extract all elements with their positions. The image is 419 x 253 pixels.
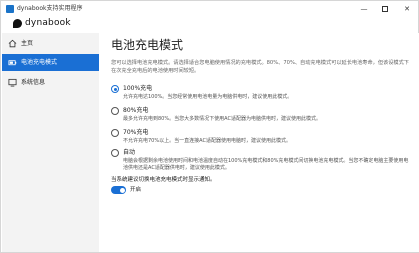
sidebar-item-label: 系统信息 bbox=[21, 79, 46, 86]
app-icon bbox=[6, 5, 14, 13]
home-icon bbox=[8, 39, 17, 48]
sidebar-item-battery[interactable]: 电池充电模式 bbox=[2, 54, 99, 71]
page-description: 您可以选择电池充电模式。请选择适合您电脑使用情况的充电模式。80%、70%、自动… bbox=[111, 60, 409, 74]
notification-toggle[interactable] bbox=[111, 186, 126, 194]
toggle-state-label: 开启 bbox=[130, 187, 142, 193]
brand-name: dynabook bbox=[25, 18, 71, 28]
notification-setting-label: 当系统建议切换电池充电模式时显示通知。 bbox=[111, 177, 216, 183]
option-title: 70%充电 bbox=[123, 129, 149, 136]
page-title: 电池充电模式 bbox=[111, 38, 184, 52]
title-bar[interactable]: dynabook支持实用程序 — ✕ bbox=[1, 1, 418, 17]
window-title: dynabook支持实用程序 bbox=[17, 5, 83, 12]
option-description: 允许充电达100%。当您经常使用电池电量为电脑供电时，建议使用此模式。 bbox=[123, 94, 293, 100]
app-window: dynabook支持实用程序 — ✕ dynabook 主页 电池充电模式 系统… bbox=[0, 0, 419, 253]
close-button[interactable]: ✕ bbox=[397, 1, 417, 17]
option-title: 自动 bbox=[123, 149, 136, 156]
brand-mark-icon bbox=[13, 19, 22, 28]
sidebar-item-label: 主页 bbox=[21, 40, 34, 47]
sidebar: 主页 电池充电模式 系统信息 bbox=[2, 33, 99, 252]
option-description: 电脑会根据剩余电池使用时间和电池温度自动在100%充电模式和80%充电模式间切换… bbox=[123, 158, 409, 171]
main-content: 电池充电模式 您可以选择电池充电模式。请选择适合您电脑使用情况的充电模式。80%… bbox=[99, 33, 419, 252]
maximize-button[interactable] bbox=[375, 1, 395, 17]
sidebar-item-system-info[interactable]: 系统信息 bbox=[2, 74, 99, 91]
maximize-icon bbox=[382, 6, 388, 12]
info-icon bbox=[8, 78, 17, 87]
option-title: 80%充电 bbox=[123, 107, 149, 114]
radio-70[interactable] bbox=[111, 129, 119, 137]
radio-auto[interactable] bbox=[111, 149, 119, 157]
option-description: 不允许充电70%以上。当一直连接AC适配器使用电脑时，建议使用此模式。 bbox=[123, 138, 291, 144]
option-description: 最多允许充电到80%。当您大多数情况下使用AC适配器为电脑供电时，建议使用此模式… bbox=[123, 116, 321, 122]
sidebar-item-home[interactable]: 主页 bbox=[2, 35, 99, 52]
sidebar-item-label: 电池充电模式 bbox=[21, 59, 58, 66]
radio-100-selected[interactable] bbox=[111, 85, 119, 93]
option-title: 100%充电 bbox=[123, 85, 153, 92]
radio-80[interactable] bbox=[111, 107, 119, 115]
battery-icon bbox=[8, 60, 17, 66]
minimize-button[interactable]: — bbox=[354, 1, 374, 17]
